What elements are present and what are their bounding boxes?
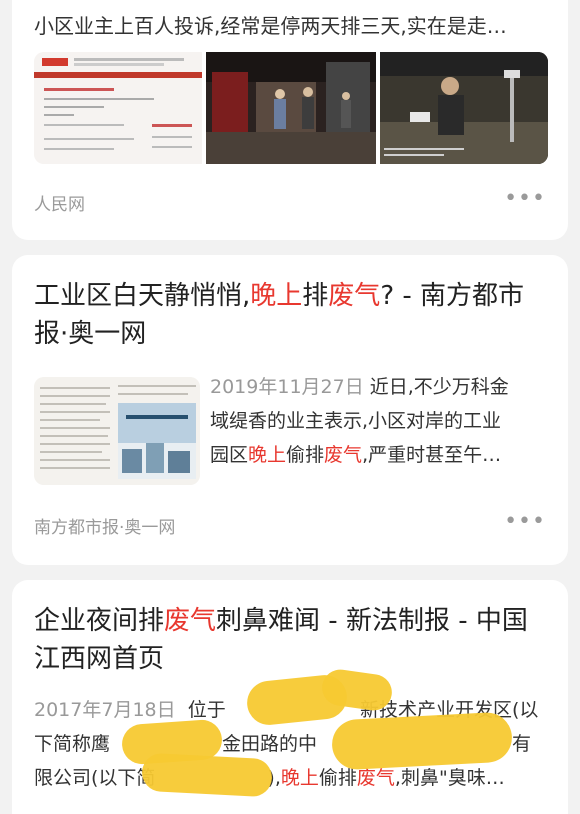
result-card-3[interactable]: 企业夜间排废气刺鼻难闻 - 新法制报 - 中国江西网首页 2017年7月18日 …	[12, 580, 568, 814]
title-text: 工业区白天静悄悄,	[34, 281, 251, 311]
snippet-text: 近日,不少万科金	[369, 376, 509, 398]
webpage-screenshot-image	[34, 52, 202, 164]
more-options-icon[interactable]: •••	[504, 186, 546, 211]
snippet-highlight: 废气	[356, 767, 395, 789]
result-date: 2019年11月27日	[210, 376, 364, 398]
more-options-icon[interactable]: •••	[504, 509, 546, 534]
image-strip[interactable]	[34, 52, 548, 164]
snippet-text: 园区	[210, 444, 249, 466]
result-snippet-line: 园区晚上偷排废气,严重时甚至午…	[210, 439, 501, 471]
result-date: 2017年7月18日	[34, 699, 176, 721]
result-title[interactable]: 工业区白天静悄悄,晚上排废气? - 南方都市报·奥一网	[34, 277, 544, 353]
result-snippet: 小区业主上百人投诉,经常是停两天排三天,实在是走…	[34, 14, 507, 38]
title-highlight: 晚上	[250, 281, 303, 311]
snippet-text: ,严重时甚至午…	[362, 444, 502, 466]
snippet-text: 位于	[187, 699, 226, 721]
title-text: 排	[302, 281, 329, 311]
redaction-mark	[330, 711, 514, 771]
thumbnail-newspaper[interactable]	[34, 377, 200, 485]
result-snippet-line: 下简称鹰	[34, 733, 111, 755]
snippet-highlight: 晚上	[248, 444, 287, 466]
result-title[interactable]: 企业夜间排废气刺鼻难闻 - 新法制报 - 中国江西网首页	[34, 602, 544, 678]
result-snippet-line: 域缇香的业主表示,小区对岸的工业	[210, 410, 502, 432]
night-measurement-photo-image	[380, 52, 548, 164]
snippet-highlight: 晚上	[280, 767, 319, 789]
result-source[interactable]: 南方都市报·奥一网	[34, 513, 175, 538]
snippet-highlight: 废气	[324, 444, 363, 466]
newspaper-image	[34, 377, 200, 485]
snippet-text: 限公司(以下简	[34, 767, 156, 789]
snippet-text: 偷排	[286, 444, 325, 466]
thumbnail-night-street-photo[interactable]	[206, 52, 376, 164]
thumbnail-night-measurement-photo[interactable]	[380, 52, 548, 164]
thumbnail-webpage[interactable]	[34, 52, 202, 164]
redaction-mark	[141, 752, 273, 798]
title-text: 企业夜间排	[34, 606, 165, 636]
result-snippet-line: 金田路的中	[222, 733, 318, 755]
snippet-text: ,刺鼻"臭味…	[394, 767, 505, 789]
title-highlight: 废气	[164, 606, 217, 636]
result-snippet-line: 2019年11月27日 近日,不少万科金	[210, 371, 509, 403]
result-snippet-line: 有	[512, 733, 532, 755]
result-card-2[interactable]: 工业区白天静悄悄,晚上排废气? - 南方都市报·奥一网 2019年11月27日 …	[12, 255, 568, 565]
night-street-photo-image	[206, 52, 376, 164]
snippet-text: 偷排	[318, 767, 357, 789]
title-highlight: 废气	[328, 281, 381, 311]
result-source[interactable]: 人民网	[34, 190, 85, 215]
result-card-1[interactable]: 小区业主上百人投诉,经常是停两天排三天,实在是走… 人民网 •••	[12, 0, 568, 240]
